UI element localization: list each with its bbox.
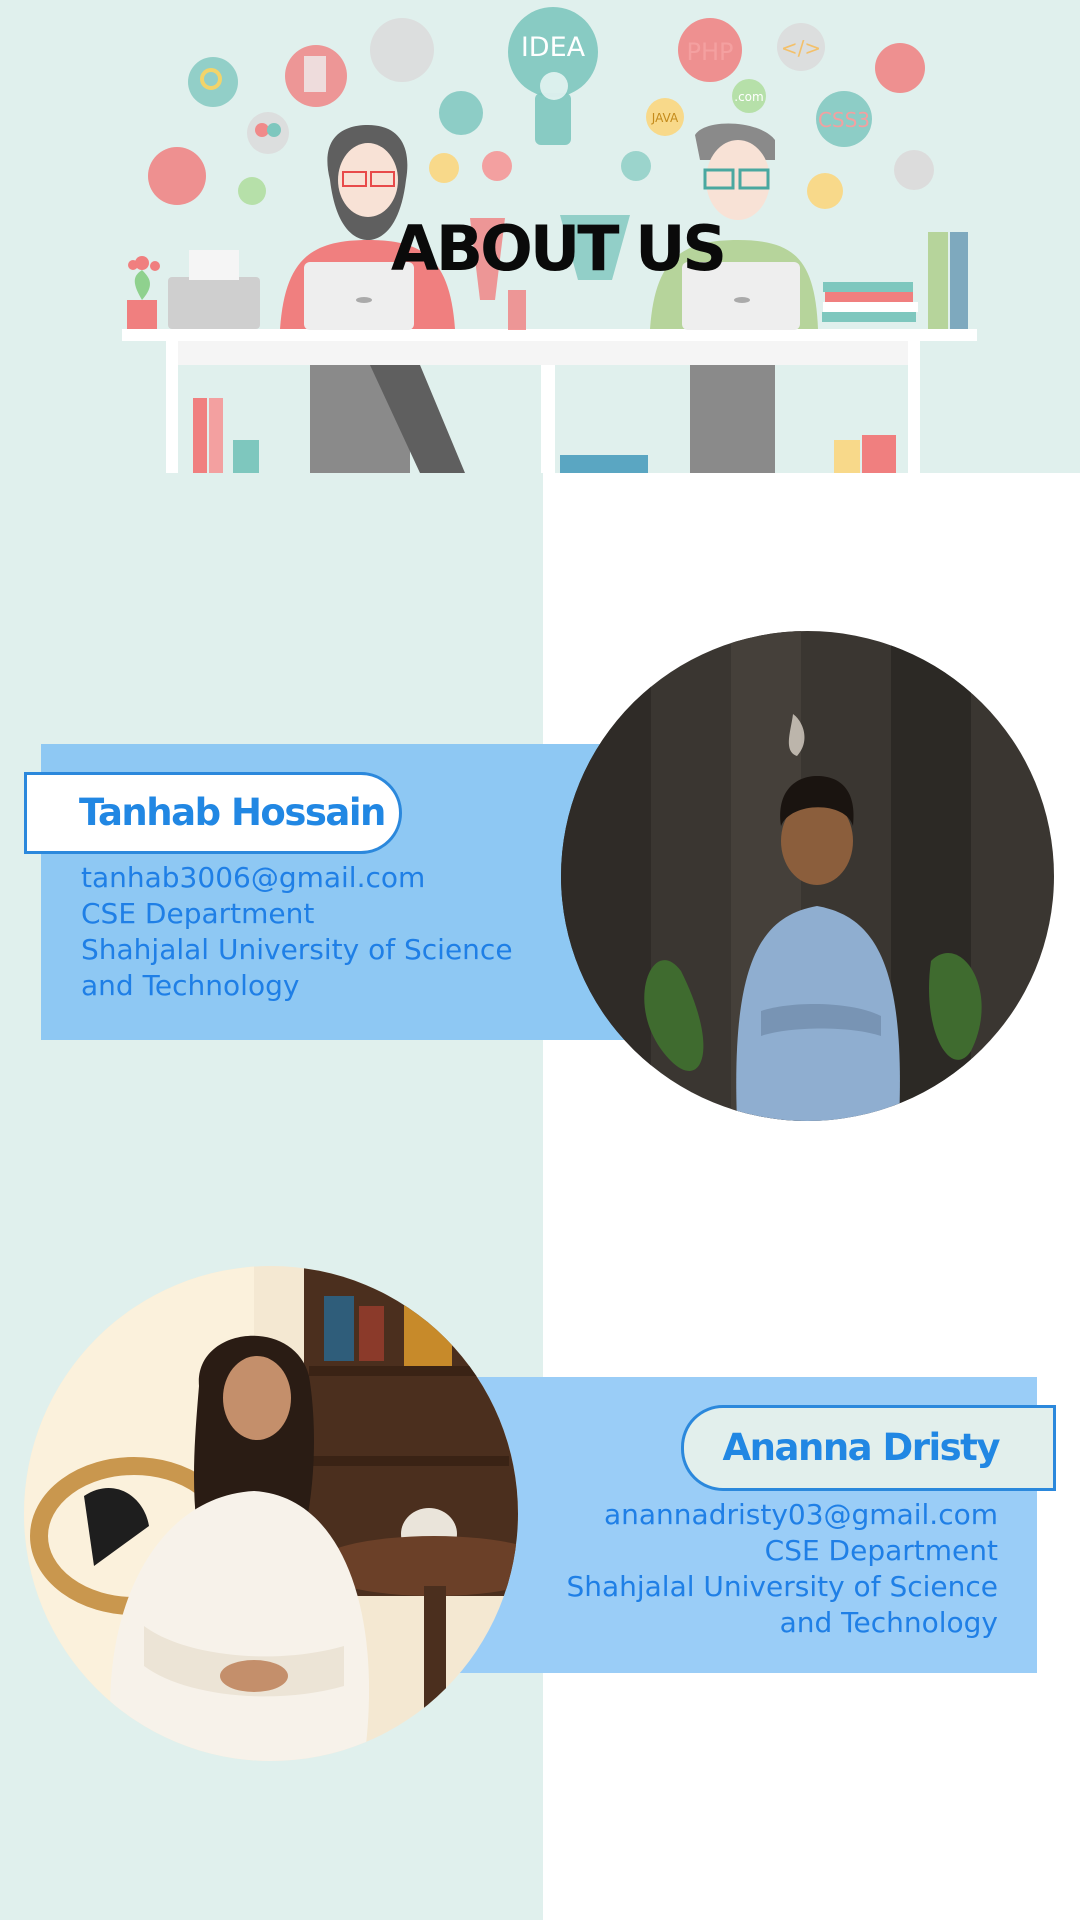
com-label: .com [734, 90, 763, 104]
member-name-2: Ananna Dristy [681, 1405, 1056, 1491]
woman-portrait-photo [24, 1266, 518, 1761]
member-info-1: tanhab3006@gmail.com CSE Department Shah… [81, 860, 541, 1004]
page-title: ABOUT US [390, 212, 727, 285]
member-photo-1 [561, 631, 1054, 1121]
member-email-2[interactable]: anannadristy03@gmail.com [518, 1497, 998, 1533]
member-department-1: CSE Department [81, 897, 315, 930]
php-label: PHP [687, 38, 734, 66]
member-info-2: anannadristy03@gmail.com CSE Department … [518, 1497, 998, 1641]
member-university-2: Shahjalal University of Science [566, 1570, 998, 1603]
member-department-2: CSE Department [764, 1534, 998, 1567]
man-portrait-photo [561, 631, 1054, 1121]
member-university-line2-1: and Technology [81, 969, 300, 1002]
java-label: JAVA [651, 111, 679, 125]
idea-label: IDEA [521, 32, 586, 63]
css-label: CSS3 [818, 108, 870, 132]
code-label: </> [781, 36, 821, 60]
member-photo-2 [24, 1266, 518, 1761]
member-university-line2-2: and Technology [779, 1606, 998, 1639]
about-us-hero-banner: IDEA PHP </> .com JAVA CSS3 ABOUT US [0, 0, 1080, 473]
member-email-1[interactable]: tanhab3006@gmail.com [81, 860, 541, 896]
member-university-1: Shahjalal University of Science [81, 933, 513, 966]
member-name-1: Tanhab Hossain [24, 772, 402, 854]
